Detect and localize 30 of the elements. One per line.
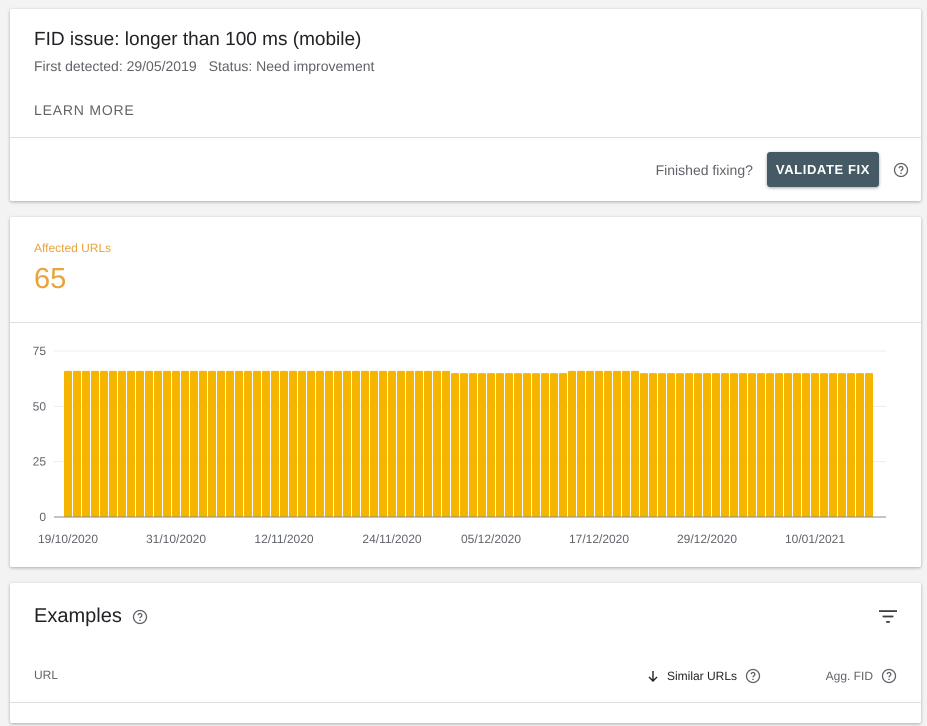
finished-fixing-text: Finished fixing? (656, 162, 753, 178)
column-header[interactable]: Agg. FID (826, 669, 873, 683)
learn-more-link[interactable]: LEARN MORE (34, 102, 135, 118)
y-axis-label: 0 (39, 510, 46, 524)
validate-fix-button[interactable]: VALIDATE FIX (766, 152, 879, 187)
examples-title: Examples (34, 605, 122, 628)
x-axis-label: 17/12/2020 (568, 532, 630, 546)
affected-urls-label: Affected URLs (34, 241, 112, 255)
y-axis-label: 50 (32, 399, 46, 414)
filter-icon[interactable] (879, 610, 897, 623)
y-axis-label: 75 (32, 344, 46, 358)
down-arrow-icon[interactable] (646, 670, 659, 682)
column-header[interactable]: URL (34, 668, 58, 682)
x-axis-label: 05/12/2020 (460, 532, 522, 546)
status-text: Status: Need improvement (208, 58, 374, 74)
x-axis-label: 31/10/2020 (146, 532, 206, 546)
help-icon[interactable] (745, 668, 761, 684)
help-icon[interactable] (893, 162, 909, 178)
help-icon[interactable] (881, 668, 897, 684)
first-detected-text: First detected: 29/05/2019 (34, 58, 197, 74)
x-axis-label: 24/11/2020 (362, 532, 422, 546)
x-axis-label: 10/01/2021 (784, 532, 846, 546)
help-icon[interactable] (132, 608, 148, 624)
issue-title: FID issue: longer than 100 ms (mobile) (34, 29, 362, 51)
y-axis-label: 25 (32, 454, 46, 469)
affected-urls-count: 65 (34, 263, 68, 296)
x-axis-label: 12/11/2020 (254, 532, 314, 546)
x-axis-label: 29/12/2020 (676, 532, 738, 546)
column-header[interactable]: Similar URLs (666, 669, 737, 683)
x-axis-label: 19/10/2020 (38, 532, 98, 546)
